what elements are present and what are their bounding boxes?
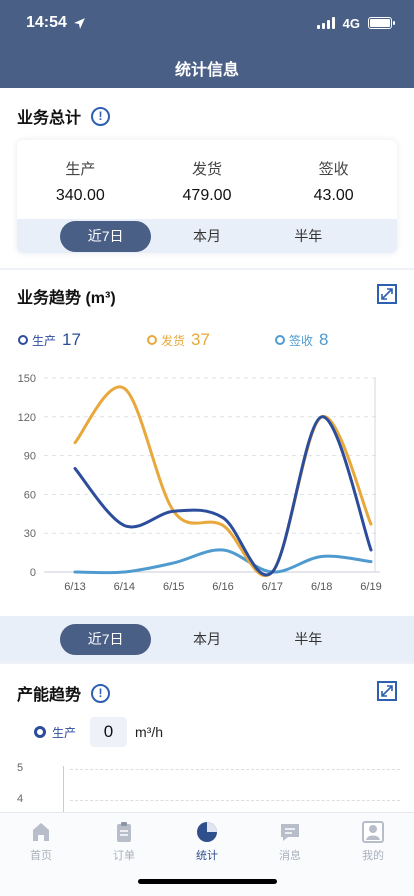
- tab-profile[interactable]: 我的: [343, 821, 403, 863]
- legend-marker: [275, 335, 285, 345]
- y-tick-label: 4: [17, 793, 24, 805]
- tab-statistics[interactable]: 统计: [177, 821, 237, 863]
- y-tick-label: 60: [24, 489, 36, 501]
- message-icon: [281, 824, 299, 841]
- legend-marker: [147, 335, 157, 345]
- period-tab-month[interactable]: 本月: [161, 624, 252, 655]
- legend-label: 生产: [52, 725, 77, 740]
- capacity-value: 0: [90, 717, 128, 747]
- app-header: 14:54 4G 统计信息: [0, 0, 414, 88]
- period-tab-7days[interactable]: 近7日: [60, 220, 152, 252]
- capacity-title: 产能趋势: [17, 687, 82, 704]
- capacity-header: 产能趋势 !: [17, 681, 111, 705]
- stat-shipping: 发货 479.00: [144, 140, 271, 219]
- trend-title: 业务趋势 (m³): [17, 290, 116, 307]
- legend-item-shipping[interactable]: 发货 37: [147, 330, 210, 350]
- trend-period-selector: 近7日 本月 半年: [0, 616, 414, 662]
- signal-icon: [316, 17, 335, 29]
- status-bar: 14:54 4G: [26, 12, 395, 34]
- trend-header: 业务趋势 (m³): [17, 284, 116, 308]
- legend-label: 发货: [161, 333, 186, 348]
- grid-line: [70, 769, 400, 770]
- tab-label: 统计: [196, 850, 218, 862]
- legend-label: 签收: [289, 333, 314, 348]
- user-icon: [362, 821, 384, 843]
- tab-orders[interactable]: 订单: [94, 821, 154, 863]
- tab-label: 首页: [30, 850, 52, 862]
- battery-icon: [368, 17, 395, 29]
- stat-value: 340.00: [55, 187, 105, 204]
- period-tab-7days[interactable]: 近7日: [60, 623, 152, 655]
- x-tick-label: 6/17: [262, 581, 283, 593]
- period-tab-month[interactable]: 本月: [161, 221, 252, 252]
- legend-label: 生产: [32, 333, 57, 348]
- page-title: 统计信息: [174, 62, 239, 79]
- period-tab-halfyear[interactable]: 半年: [263, 624, 354, 655]
- legend-marker: [18, 335, 28, 345]
- info-icon[interactable]: !: [91, 683, 111, 703]
- stat-received: 签收 43.00: [270, 140, 397, 219]
- y-tick-label: 5: [17, 762, 24, 774]
- y-tick-label: 90: [24, 451, 36, 463]
- pie-chart-icon: [197, 822, 217, 842]
- stat-production: 生产 340.00: [17, 140, 144, 219]
- summary-period-selector: 近7日 本月 半年: [17, 219, 397, 253]
- info-icon[interactable]: !: [91, 106, 111, 126]
- tab-label: 订单: [113, 850, 135, 862]
- stat-label: 生产: [65, 161, 96, 178]
- capacity-legend: 生产 0 m³/h: [34, 717, 163, 747]
- chart-legend: 生产 17 发货 37 签收 8: [18, 330, 414, 350]
- x-tick-label: 6/14: [114, 581, 135, 593]
- home-icon: [33, 823, 49, 841]
- x-tick-label: 6/13: [64, 581, 85, 593]
- x-tick-label: 6/19: [360, 581, 381, 593]
- network-label: 4G: [342, 15, 360, 31]
- trend-line-chart[interactable]: 0 30 60 90 120 150 6/13 6/14 6/15 6/16 6/17 6/18 6/1…: [0, 360, 414, 600]
- legend-marker: [34, 726, 46, 738]
- stat-value: 43.00: [313, 187, 354, 204]
- capacity-axis: [63, 766, 64, 812]
- period-tab-halfyear[interactable]: 半年: [263, 221, 354, 252]
- summary-title: 业务总计: [17, 110, 82, 127]
- y-tick-label: 150: [18, 373, 36, 385]
- legend-item-received[interactable]: 签收 8: [275, 330, 328, 350]
- expand-icon[interactable]: [377, 284, 397, 304]
- legend-total: 8: [319, 330, 329, 349]
- grid-line: [70, 800, 400, 801]
- stat-label: 签收: [318, 161, 349, 178]
- x-tick-label: 6/15: [163, 581, 184, 593]
- tab-home[interactable]: 首页: [11, 821, 71, 863]
- y-tick-label: 120: [18, 412, 36, 424]
- capacity-unit: m³/h: [135, 724, 164, 740]
- stat-value: 479.00: [182, 187, 232, 204]
- status-time: 14:54: [26, 14, 67, 31]
- tab-messages[interactable]: 消息: [260, 821, 320, 863]
- y-tick-label: 30: [24, 528, 36, 540]
- summary-header: 业务总计 !: [17, 104, 111, 128]
- legend-item-production[interactable]: 生产 17: [18, 330, 81, 350]
- series-line-shipping: [73, 385, 373, 577]
- location-arrow-icon: [74, 17, 85, 29]
- stat-label: 发货: [192, 161, 223, 178]
- x-tick-label: 6/18: [311, 581, 332, 593]
- home-indicator: [138, 879, 277, 884]
- legend-total: 37: [191, 330, 210, 349]
- tab-label: 我的: [362, 850, 384, 862]
- summary-card: 生产 340.00 发货 479.00 签收 43.00 近7日 本月 半年: [17, 140, 397, 253]
- expand-icon[interactable]: [377, 681, 397, 701]
- tab-label: 消息: [279, 850, 301, 862]
- y-tick-label: 0: [30, 567, 36, 579]
- series-line-received: [73, 548, 373, 575]
- clipboard-icon: [117, 822, 131, 842]
- legend-total: 17: [62, 330, 81, 349]
- x-tick-label: 6/16: [212, 581, 233, 593]
